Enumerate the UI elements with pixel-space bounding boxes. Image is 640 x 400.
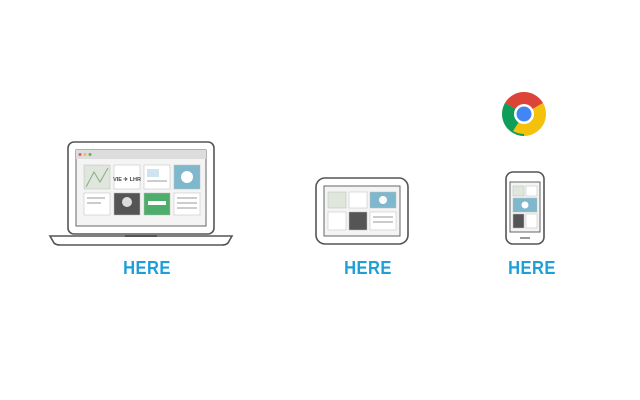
laptop-label: HERE [123, 258, 171, 278]
tablet-label: HERE [344, 258, 392, 278]
devices-illustration: VIE ✈ LHR [48, 92, 546, 246]
phone-icon [505, 171, 545, 245]
scene: VIE ✈ LHR HERE HERE HERE [0, 0, 640, 400]
chrome-logo-icon [502, 92, 546, 136]
tablet-icon [315, 177, 409, 245]
phone-label: HERE [508, 258, 556, 278]
flight-tile-text: VIE ✈ LHR [113, 176, 141, 183]
laptop-icon: VIE ✈ LHR [48, 141, 234, 246]
